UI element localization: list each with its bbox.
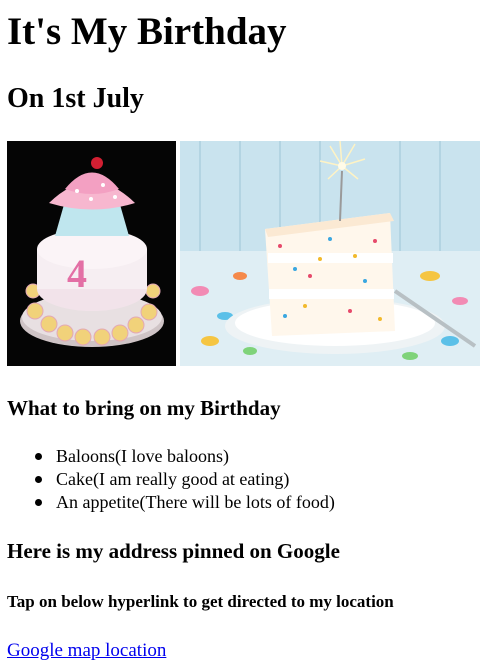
bring-section-title: What to bring on my Birthday — [7, 396, 281, 420]
address-section-title: Here is my address pinned on Google — [7, 539, 340, 563]
list-item: Cake(I am really good at eating) — [7, 468, 335, 491]
bullet-icon — [35, 499, 42, 506]
list-item: An appetite(There will be lots of food) — [7, 491, 335, 514]
bullet-icon — [35, 453, 42, 460]
bring-list: Baloons(I love baloons) Cake(I am really… — [7, 445, 335, 514]
list-item-label: Baloons(I love baloons) — [56, 446, 229, 466]
list-item: Baloons(I love baloons) — [7, 445, 335, 468]
location-instruction: Tap on below hyperlink to get directed t… — [7, 592, 394, 611]
page-subtitle: On 1st July — [7, 83, 144, 114]
bullet-icon — [35, 476, 42, 483]
list-item-label: An appetite(There will be lots of food) — [56, 492, 335, 512]
google-map-link[interactable]: Google map location — [7, 640, 166, 662]
sprinkle-cake-slice-photo — [180, 141, 480, 366]
cupcake-cake-photo: 4 — [7, 141, 176, 366]
page-title: It's My Birthday — [7, 10, 287, 53]
svg-text:4: 4 — [67, 251, 87, 296]
list-item-label: Cake(I am really good at eating) — [56, 469, 290, 489]
